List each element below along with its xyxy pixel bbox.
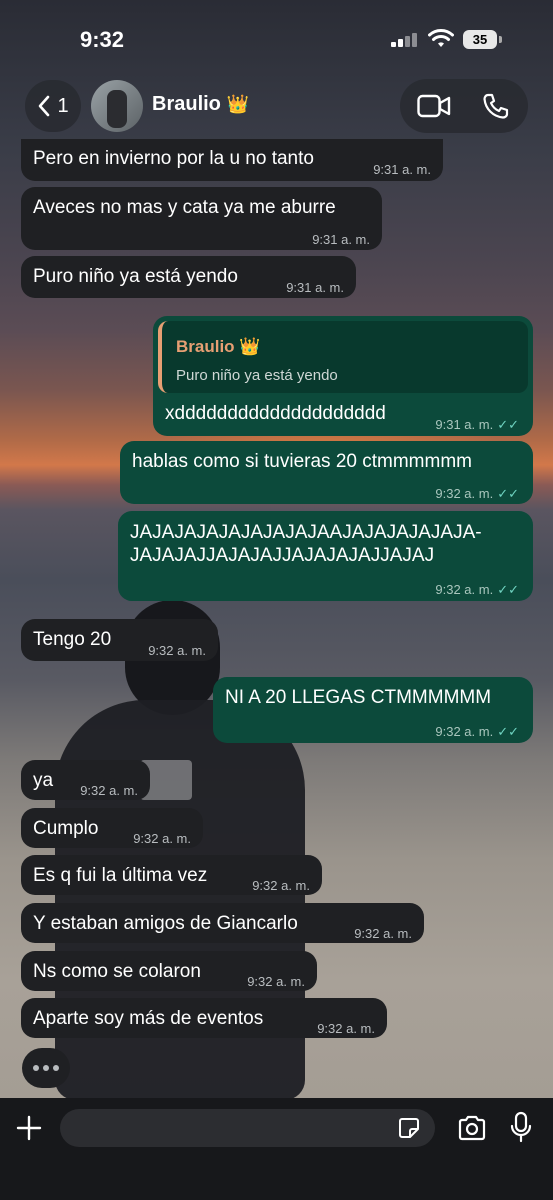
message-time: 9:32 a. m. <box>247 974 305 989</box>
message-time: 9:31 a. m. <box>286 280 344 295</box>
phone-icon[interactable] <box>482 92 510 120</box>
message-outgoing-reply[interactable]: Braulio 👑 Puro niño ya está yendo xddddd… <box>153 316 533 436</box>
message-incoming[interactable]: Es q fui la última vez 9:32 a. m. <box>21 855 322 895</box>
message-time: 9:32 a. m. <box>252 878 310 893</box>
back-button[interactable]: 1 <box>25 80 81 132</box>
status-time: 9:32 <box>80 27 125 52</box>
crown-emoji: 👑 <box>226 94 250 114</box>
message-meta: 9:32 a. m. ✓✓ <box>435 578 519 601</box>
message-incoming[interactable]: Cumplo 9:32 a. m. <box>21 808 203 848</box>
cellular-signal-icon <box>391 33 419 47</box>
camera-icon[interactable] <box>457 1115 487 1141</box>
unread-count: 1 <box>57 94 69 117</box>
microphone-icon[interactable] <box>510 1111 532 1143</box>
contact-avatar[interactable] <box>91 80 143 132</box>
message-time: 9:32 a. m. <box>148 643 206 658</box>
message-incoming[interactable]: Ns como se colaron 9:32 a. m. <box>21 951 317 991</box>
message-time: 9:32 a. m. <box>80 783 138 798</box>
message-incoming[interactable]: ya 9:32 a. m. <box>21 760 150 800</box>
read-receipt-icon: ✓✓ <box>497 582 519 597</box>
message-text: NI A 20 LLEGAS CTMMMMMM <box>225 687 492 708</box>
status-bar: 9:32 35 <box>0 0 553 75</box>
message-text: Puro niño ya está yendo <box>33 266 238 287</box>
message-incoming[interactable]: Aparte soy más de eventos 9:32 a. m. <box>21 998 387 1038</box>
message-text: Aparte soy más de eventos <box>33 1008 264 1029</box>
message-text: xdddddddddddddddddddd <box>165 403 386 424</box>
contact-name[interactable]: Braulio 👑 <box>152 93 249 116</box>
read-receipt-icon: ✓✓ <box>497 417 519 432</box>
wifi-icon <box>428 29 454 47</box>
call-actions <box>400 79 528 133</box>
message-text: ya <box>33 770 54 791</box>
message-text: Es q fui la última vez <box>33 865 208 886</box>
typing-indicator <box>22 1048 70 1088</box>
message-outgoing[interactable]: JAJAJAJAJAJAJAJAJAAJAJAJAJAJAJA- JAJAJAJ… <box>118 511 533 601</box>
message-incoming[interactable]: Y estaban amigos de Giancarlo 9:32 a. m. <box>21 903 424 943</box>
message-meta: 9:32 a. m. ✓✓ <box>435 482 519 505</box>
message-time: 9:31 a. m. <box>312 232 370 247</box>
video-call-icon[interactable] <box>417 94 451 118</box>
message-incoming[interactable]: Aveces no mas y cata ya me aburre 9:31 a… <box>21 187 382 250</box>
message-time: 9:32 a. m. <box>354 926 412 941</box>
message-text: Cumplo <box>33 818 99 839</box>
message-time: 9:31 a. m. <box>435 417 494 432</box>
message-time: 9:31 a. m. <box>373 162 431 177</box>
message-text-line: JAJAJAJJAJAJAJJAJAJAJAJJAJAJ <box>130 545 435 566</box>
battery-indicator: 35 <box>463 30 497 49</box>
message-time: 9:32 a. m. <box>317 1021 375 1036</box>
chat-header: 1 Braulio 👑 <box>0 75 553 145</box>
read-receipt-icon: ✓✓ <box>497 486 519 501</box>
message-incoming[interactable]: Tengo 20 9:32 a. m. <box>21 619 218 661</box>
message-time: 9:32 a. m. <box>435 724 494 739</box>
message-input[interactable] <box>60 1109 435 1147</box>
quoted-text: Puro niño ya está yendo <box>176 367 338 384</box>
sticker-icon[interactable] <box>398 1117 420 1139</box>
message-text: Pero en invierno por la u no tanto <box>33 148 314 169</box>
message-text-line: JAJAJAJAJAJAJAJAJAAJAJAJAJAJAJA- <box>130 522 482 543</box>
contact-name-text: Braulio <box>152 93 221 115</box>
message-time: 9:32 a. m. <box>133 831 191 846</box>
message-time: 9:32 a. m. <box>435 486 494 501</box>
quoted-message[interactable]: Braulio 👑 Puro niño ya está yendo <box>158 321 528 393</box>
message-input-bar <box>0 1098 553 1200</box>
message-text: Ns como se colaron <box>33 961 201 982</box>
message-text: Tengo 20 <box>33 629 112 650</box>
plus-icon[interactable] <box>16 1115 42 1141</box>
message-outgoing[interactable]: NI A 20 LLEGAS CTMMMMMM 9:32 a. m. ✓✓ <box>213 677 533 743</box>
read-receipt-icon: ✓✓ <box>497 724 519 739</box>
quoted-author: Braulio 👑 <box>176 337 261 356</box>
message-text: hablas como si tuvieras 20 ctmmmmmm <box>132 451 472 472</box>
message-outgoing[interactable]: hablas como si tuvieras 20 ctmmmmmm 9:32… <box>120 441 533 504</box>
message-meta: 9:31 a. m. ✓✓ <box>435 413 519 436</box>
message-meta: 9:32 a. m. ✓✓ <box>435 720 519 743</box>
message-incoming[interactable]: Puro niño ya está yendo 9:31 a. m. <box>21 256 356 298</box>
message-text: Y estaban amigos de Giancarlo <box>33 913 298 934</box>
message-text: Aveces no mas y cata ya me aburre <box>33 197 336 218</box>
message-time: 9:32 a. m. <box>435 582 494 597</box>
battery-cap <box>499 36 502 43</box>
back-chevron-icon <box>39 95 50 117</box>
message-incoming[interactable]: Pero en invierno por la u no tanto 9:31 … <box>21 139 443 181</box>
